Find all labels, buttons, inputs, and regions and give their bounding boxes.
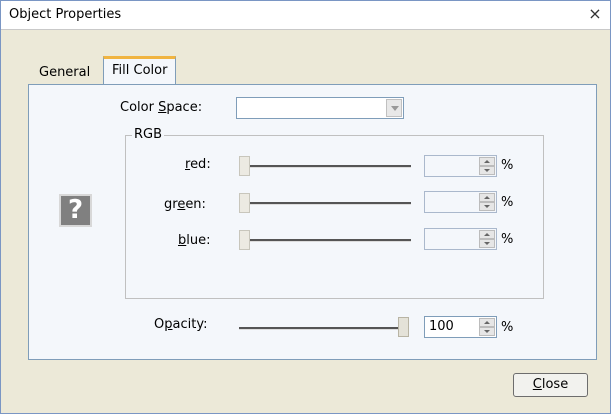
blue-unit: %	[501, 232, 514, 247]
close-icon[interactable]: ×	[586, 5, 604, 23]
color-space-label: Color Space:	[120, 100, 202, 115]
spin-up-icon[interactable]	[479, 230, 495, 239]
dialog-title: Object Properties	[9, 7, 122, 22]
red-unit: %	[501, 158, 514, 173]
opacity-label: Opacity:	[154, 317, 207, 332]
label-part: gr	[164, 197, 178, 212]
green-spinbox[interactable]	[424, 191, 497, 213]
blue-spinbox[interactable]	[424, 228, 497, 250]
red-slider-track	[244, 165, 411, 168]
label-part: en:	[185, 197, 206, 212]
opacity-slider-thumb[interactable]	[398, 317, 409, 337]
green-spin-buttons[interactable]	[479, 193, 495, 211]
green-slider-track	[244, 202, 411, 205]
label-part: lose	[541, 377, 569, 392]
opacity-spin-buttons[interactable]	[479, 318, 495, 336]
spin-down-icon[interactable]	[479, 202, 495, 211]
question-mark-icon: ?	[59, 194, 92, 227]
label-part: lue:	[186, 233, 211, 248]
label-part: O	[154, 317, 165, 332]
rgb-group-legend: RGB	[132, 127, 165, 142]
opacity-slider-track	[239, 327, 407, 330]
title-bar: Object Properties ×	[1, 1, 610, 30]
opacity-unit: %	[501, 320, 514, 335]
red-spin-buttons[interactable]	[479, 157, 495, 175]
blue-label: blue:	[178, 233, 211, 248]
tab-fill-color[interactable]: Fill Color	[103, 56, 177, 87]
label-part: ed:	[190, 157, 211, 172]
green-slider-thumb[interactable]	[239, 193, 250, 213]
spin-up-icon[interactable]	[479, 318, 495, 327]
spin-up-icon[interactable]	[479, 193, 495, 202]
blue-spin-buttons[interactable]	[479, 230, 495, 248]
tab-general[interactable]: General	[31, 62, 98, 84]
close-button[interactable]: Close	[513, 373, 588, 397]
spin-down-icon[interactable]	[479, 239, 495, 248]
label-part: pace:	[166, 100, 203, 115]
label-mnemonic: C	[532, 377, 542, 392]
opacity-spinbox[interactable]: 100	[424, 316, 497, 338]
spin-down-icon[interactable]	[479, 327, 495, 336]
label-part: Color	[120, 100, 159, 115]
label-mnemonic: p	[164, 317, 173, 332]
opacity-value: 100	[429, 319, 454, 334]
red-label: red:	[185, 157, 211, 172]
blue-slider-track	[244, 239, 411, 242]
blue-slider-thumb[interactable]	[239, 230, 250, 250]
color-space-dropdown[interactable]	[236, 97, 404, 119]
green-unit: %	[501, 195, 514, 210]
spin-up-icon[interactable]	[479, 157, 495, 166]
spin-down-icon[interactable]	[479, 166, 495, 175]
green-label: green:	[164, 197, 206, 212]
red-spinbox[interactable]	[424, 155, 497, 177]
chevron-down-icon[interactable]	[386, 99, 402, 117]
red-slider-thumb[interactable]	[239, 156, 250, 176]
label-part: acity:	[172, 317, 208, 332]
